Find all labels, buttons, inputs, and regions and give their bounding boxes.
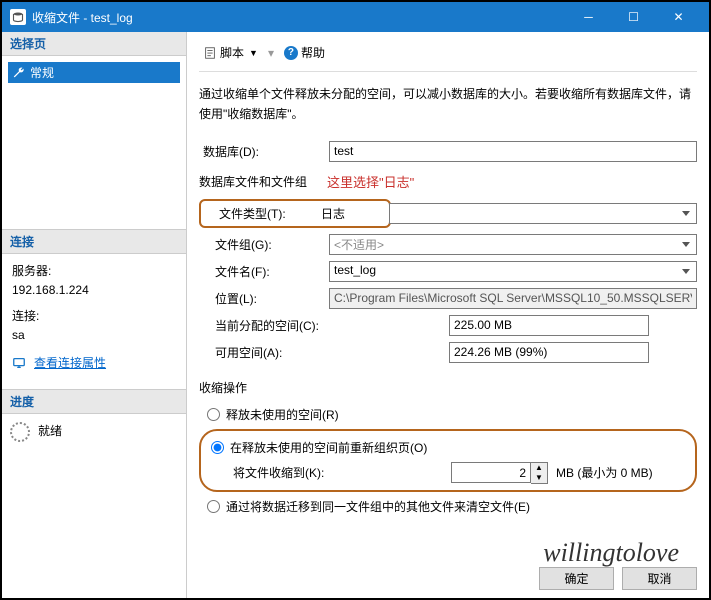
filetype-label: 文件类型(T): — [203, 205, 317, 222]
maximize-button[interactable]: ☐ — [611, 2, 656, 32]
location-label: 位置(L): — [199, 290, 329, 307]
filetype-select[interactable] — [389, 203, 697, 224]
allocated-value: 225.00 MB — [449, 315, 649, 336]
script-icon — [203, 46, 217, 60]
server-value: 192.168.1.224 — [8, 281, 180, 299]
available-label: 可用空间(A): — [199, 344, 449, 361]
shrink-section-title: 收缩操作 — [199, 379, 697, 396]
annotation-text: 这里选择"日志" — [327, 172, 414, 191]
filename-label: 文件名(F): — [199, 263, 329, 280]
sidebar-item-general[interactable]: 常规 — [8, 62, 180, 83]
cancel-button[interactable]: 取消 — [622, 567, 697, 590]
sidebar-header-connection: 连接 — [2, 229, 186, 254]
sidebar-header-progress: 进度 — [2, 389, 186, 414]
reorganize-radio[interactable] — [211, 441, 224, 454]
migrate-label: 通过将数据迁移到同一文件组中的其他文件来清空文件(E) — [226, 498, 530, 515]
filetype-value: 日志 — [317, 203, 387, 224]
release-space-label: 释放未使用的空间(R) — [226, 406, 339, 423]
conn-label: 连接: — [8, 305, 180, 326]
location-input[interactable] — [329, 288, 697, 309]
toolbar: 脚本 ▼ ▾ ? 帮助 — [199, 40, 697, 72]
sidebar: 选择页 常规 连接 服务器: 192.168.1.224 连接: sa 查看连接… — [2, 32, 187, 598]
connection-icon — [12, 356, 26, 370]
available-value: 224.26 MB (99%) — [449, 342, 649, 363]
server-label: 服务器: — [8, 260, 180, 281]
release-space-radio[interactable] — [207, 408, 220, 421]
database-icon — [10, 9, 26, 25]
minimize-button[interactable]: ─ — [566, 2, 611, 32]
database-input[interactable] — [329, 141, 697, 162]
sidebar-item-label: 常规 — [30, 64, 54, 81]
filegroup-label: 文件组(G): — [199, 236, 329, 253]
shrink-to-input[interactable] — [451, 462, 531, 483]
view-connection-props-link[interactable]: 查看连接属性 — [30, 354, 106, 371]
main-panel: 脚本 ▼ ▾ ? 帮助 通过收缩单个文件释放未分配的空间，可以减小数据库的大小。… — [187, 32, 709, 598]
watermark: willingtolove — [543, 538, 679, 568]
spin-up-button[interactable]: ▲ — [531, 463, 547, 473]
script-label: 脚本 — [220, 44, 244, 61]
help-label: 帮助 — [301, 44, 325, 61]
help-button[interactable]: ? 帮助 — [280, 42, 329, 63]
shrink-to-spinner[interactable]: ▲ ▼ — [451, 462, 548, 484]
titlebar: 收缩文件 - test_log ─ ☐ ✕ — [2, 2, 709, 32]
reorganize-group-highlight: 在释放未使用的空间前重新组织页(O) 将文件收缩到(K): ▲ ▼ MB (最小… — [199, 429, 697, 492]
wrench-icon — [12, 66, 26, 80]
progress-status: 就绪 — [38, 422, 62, 439]
spin-down-button[interactable]: ▼ — [531, 473, 547, 483]
conn-value: sa — [8, 326, 180, 344]
filegroup-section-title: 数据库文件和文件组 — [199, 173, 307, 190]
footer: 确定 取消 — [539, 567, 697, 590]
migrate-radio[interactable] — [207, 500, 220, 513]
chevron-down-icon: ▼ — [249, 48, 258, 58]
allocated-label: 当前分配的空间(C): — [199, 317, 449, 334]
spinner-icon — [10, 422, 30, 442]
database-label: 数据库(D): — [199, 143, 329, 160]
ok-button[interactable]: 确定 — [539, 567, 614, 590]
window: 收缩文件 - test_log ─ ☐ ✕ 选择页 常规 连接 服务器: 192… — [0, 0, 711, 600]
sidebar-header-select: 选择页 — [2, 32, 186, 56]
filename-select[interactable]: test_log — [329, 261, 697, 282]
help-icon: ? — [284, 46, 298, 60]
window-title: 收缩文件 - test_log — [32, 9, 566, 26]
content: 选择页 常规 连接 服务器: 192.168.1.224 连接: sa 查看连接… — [2, 32, 709, 598]
toolbar-separator: ▾ — [268, 46, 274, 60]
shrink-to-label: 将文件收缩到(K): — [233, 464, 443, 481]
reorganize-label: 在释放未使用的空间前重新组织页(O) — [230, 439, 427, 456]
window-controls: ─ ☐ ✕ — [566, 2, 701, 32]
shrink-unit-label: MB (最小为 0 MB) — [556, 464, 653, 481]
close-button[interactable]: ✕ — [656, 2, 701, 32]
filegroup-select[interactable]: <不适用> — [329, 234, 697, 255]
description-text: 通过收缩单个文件释放未分配的空间，可以减小数据库的大小。若要收缩所有数据库文件，… — [199, 72, 697, 141]
script-button[interactable]: 脚本 ▼ — [199, 42, 262, 63]
